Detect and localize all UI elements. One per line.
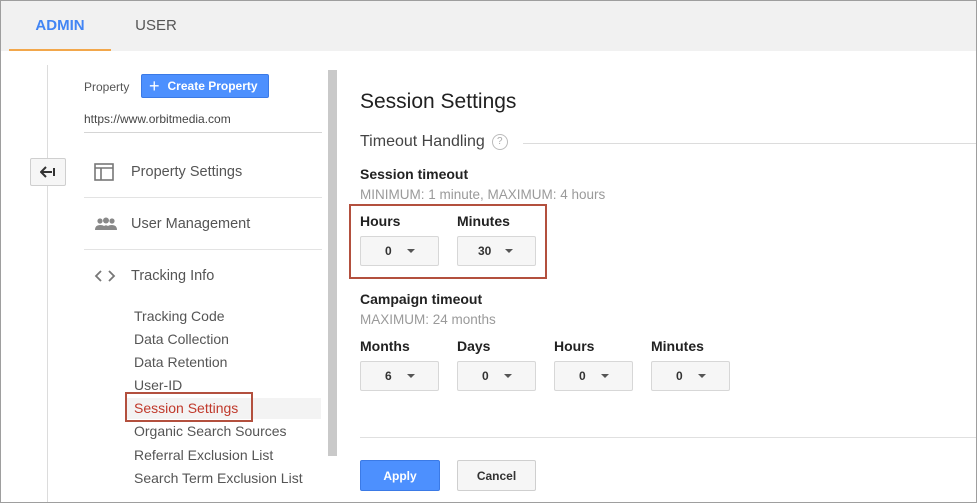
apply-button[interactable]: Apply: [360, 460, 440, 491]
select-value: 0: [482, 369, 489, 383]
sidebar-item-label: User Management: [131, 215, 251, 232]
create-property-button[interactable]: + Create Property: [141, 74, 269, 98]
cancel-button[interactable]: Cancel: [457, 460, 536, 491]
caret-down-icon: [406, 374, 415, 378]
sidebar-item-tracking-info[interactable]: Tracking Info: [84, 250, 322, 301]
top-tab-bar: ADMIN USER: [1, 1, 976, 51]
subitem-data-collection[interactable]: Data Collection: [134, 331, 229, 347]
sidebar-item-property-settings[interactable]: Property Settings: [84, 146, 322, 198]
section-heading: Timeout Handling ?: [360, 133, 508, 151]
nav-rail-line: [47, 65, 48, 502]
divider: [84, 132, 322, 133]
plus-icon: +: [149, 76, 160, 96]
subitem-organic-search-sources[interactable]: Organic Search Sources: [134, 423, 287, 439]
campaign-minutes-select[interactable]: 0: [651, 361, 730, 391]
campaign-timeout-hint: MAXIMUM: 24 months: [360, 312, 496, 327]
campaign-hours-label: Hours: [554, 338, 595, 354]
select-value: 0: [579, 369, 586, 383]
people-icon: [84, 217, 131, 231]
back-arrow-icon: [40, 166, 55, 178]
sidebar-scrollbar[interactable]: [328, 70, 337, 456]
campaign-months-select[interactable]: 6: [360, 361, 439, 391]
subitem-referral-exclusion-list[interactable]: Referral Exclusion List: [134, 447, 273, 463]
page-title: Session Settings: [360, 90, 517, 113]
session-settings-highlight-box: [125, 392, 253, 422]
caret-down-icon: [600, 374, 609, 378]
code-brackets-icon: [84, 269, 131, 283]
subitem-search-term-exclusion-list[interactable]: Search Term Exclusion List: [134, 470, 303, 486]
campaign-days-label: Days: [457, 338, 491, 354]
subitem-tracking-code[interactable]: Tracking Code: [134, 308, 225, 324]
select-value: 0: [676, 369, 683, 383]
caret-down-icon: [503, 374, 512, 378]
section-title: Timeout Handling: [360, 133, 485, 150]
session-timeout-hint: MINIMUM: 1 minute, MAXIMUM: 4 hours: [360, 187, 606, 202]
session-timeout-highlight-box: [349, 204, 547, 279]
sidebar-item-label: Property Settings: [131, 163, 243, 180]
help-icon[interactable]: ?: [491, 134, 508, 150]
property-url: https://www.orbitmedia.com: [84, 112, 231, 126]
session-timeout-label: Session timeout: [360, 166, 469, 182]
section-divider: [523, 143, 976, 144]
property-label: Property: [84, 80, 130, 94]
tab-user[interactable]: USER: [119, 1, 193, 51]
subitem-data-retention[interactable]: Data Retention: [134, 354, 227, 370]
subitem-user-id[interactable]: User-ID: [134, 377, 182, 393]
campaign-minutes-label: Minutes: [651, 338, 704, 354]
admin-window: ADMIN USER Property + Create Property ht…: [0, 0, 977, 503]
caret-down-icon: [697, 374, 706, 378]
back-button[interactable]: [30, 158, 66, 186]
campaign-days-select[interactable]: 0: [457, 361, 536, 391]
campaign-hours-select[interactable]: 0: [554, 361, 633, 391]
sidebar-item-label: Tracking Info: [131, 267, 215, 284]
tab-admin[interactable]: ADMIN: [9, 1, 111, 51]
select-value: 6: [385, 369, 392, 383]
campaign-timeout-label: Campaign timeout: [360, 291, 483, 307]
sidebar-item-user-management[interactable]: User Management: [84, 198, 322, 250]
footer-divider: [360, 437, 976, 438]
create-property-label: Create Property: [167, 79, 258, 93]
campaign-months-label: Months: [360, 338, 410, 354]
property-settings-icon: [84, 162, 131, 181]
